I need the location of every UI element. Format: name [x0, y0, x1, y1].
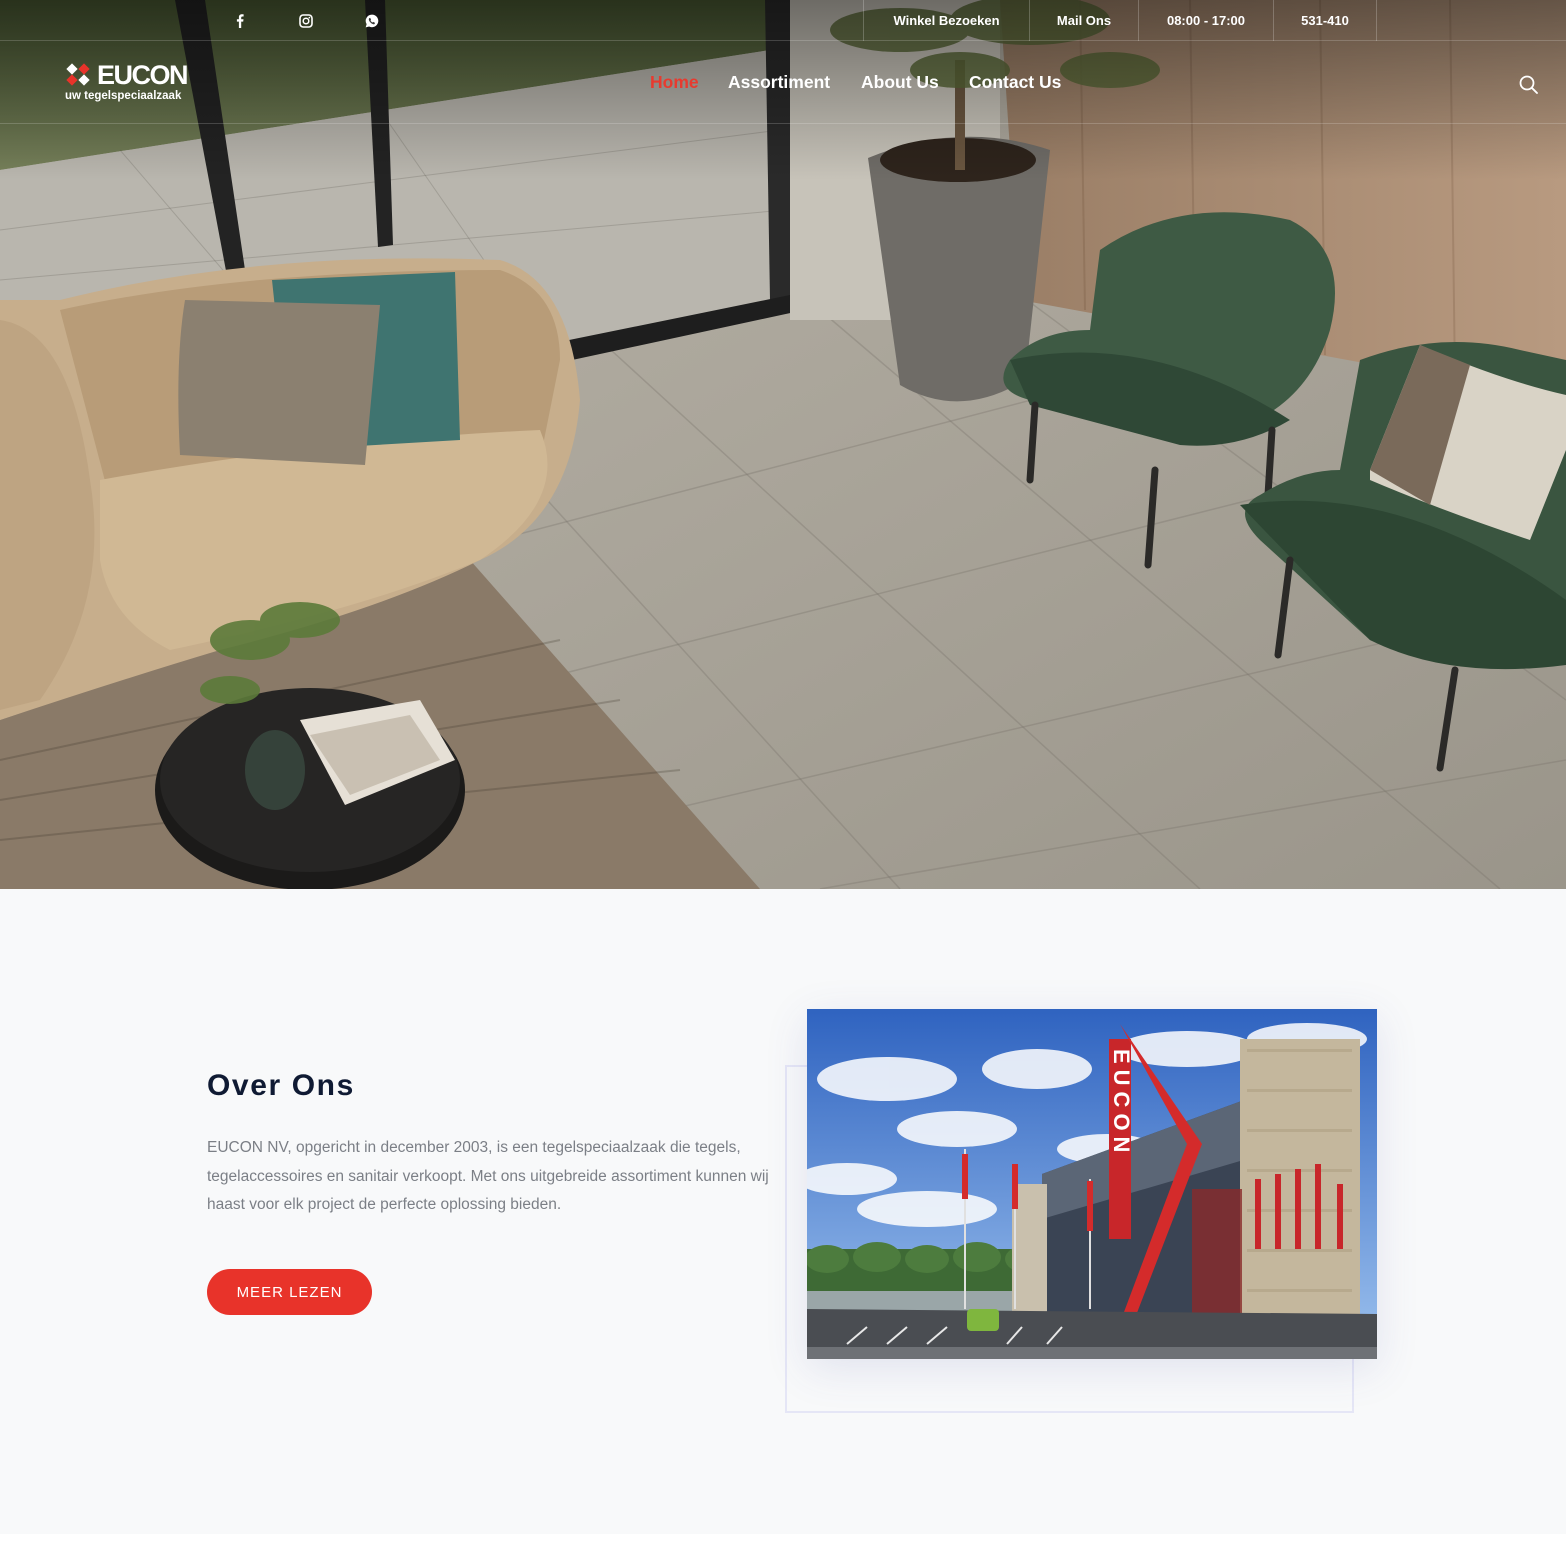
nav-about-us[interactable]: About Us [861, 71, 939, 93]
opening-hours: 08:00 - 17:00 [1139, 0, 1274, 41]
hero-banner: Winkel Bezoeken Mail Ons 08:00 - 17:00 5… [0, 0, 1566, 889]
page: Winkel Bezoeken Mail Ons 08:00 - 17:00 5… [0, 0, 1566, 1566]
about-section: Over Ons EUCON NV, opgericht in december… [0, 889, 1566, 1534]
search-icon[interactable] [1518, 74, 1540, 96]
logo[interactable]: EUCON uw tegelspeciaalzaak [64, 59, 189, 105]
nav-contact-us[interactable]: Contact Us [969, 71, 1061, 93]
nav-home[interactable]: Home [650, 71, 699, 93]
nav-assortment[interactable]: Assortiment [728, 71, 830, 93]
hero-image [0, 0, 1566, 889]
facebook-icon[interactable] [220, 0, 260, 41]
about-title: Over Ons [207, 1069, 355, 1102]
instagram-icon[interactable] [286, 0, 326, 41]
about-description: EUCON NV, opgericht in december 2003, is… [207, 1139, 769, 1213]
mail-link[interactable]: Mail Ons [1030, 0, 1139, 41]
store-sign-text: EUCON [1109, 1049, 1134, 1158]
whatsapp-icon[interactable] [352, 0, 392, 41]
logo-wordmark: EUCON [97, 60, 189, 90]
read-more-button[interactable]: MEER LEZEN [207, 1269, 372, 1315]
logo-mark-icon [66, 63, 90, 86]
visit-store-link[interactable]: Winkel Bezoeken [863, 0, 1030, 41]
phone-link[interactable]: 531-410 [1274, 0, 1377, 41]
page-footer-spacer [0, 1534, 1566, 1566]
main-header: EUCON uw tegelspeciaalzaak Home Assortim… [0, 41, 1566, 124]
store-photo: EUCON [807, 1009, 1377, 1359]
logo-tagline: uw tegelspeciaalzaak [65, 90, 182, 102]
top-bar: Winkel Bezoeken Mail Ons 08:00 - 17:00 5… [0, 0, 1566, 41]
